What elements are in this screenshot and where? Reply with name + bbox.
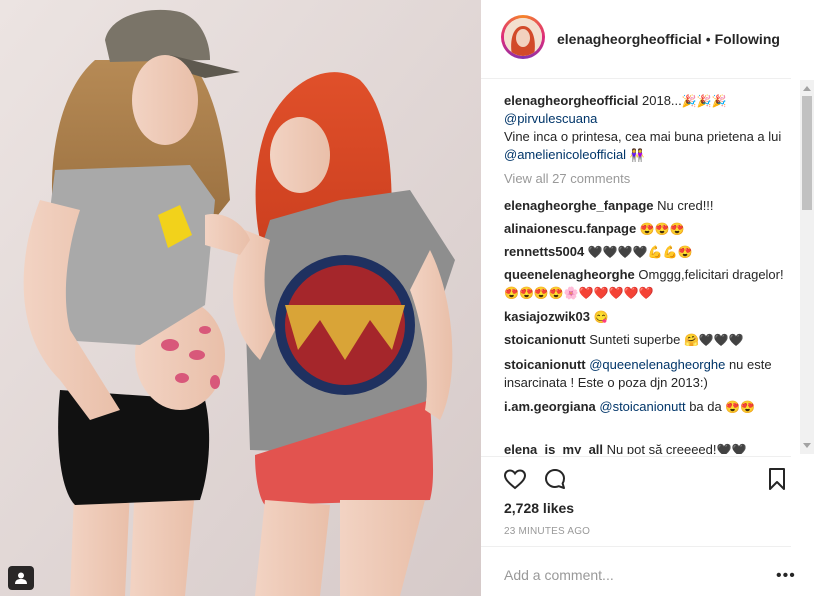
comment-item: stoicanionutt Sunteti superbe 🤗🖤🖤🖤 <box>504 331 789 349</box>
bookmark-icon[interactable] <box>767 467 787 491</box>
scroll-down-arrow-icon[interactable] <box>803 443 811 448</box>
post-photo[interactable] <box>0 0 481 596</box>
caption-emoji-2: 👭 <box>629 148 645 162</box>
likes-count[interactable]: 2,728 likes <box>504 500 574 516</box>
header-username[interactable]: elenagheorgheofficial <box>557 31 702 47</box>
comment-emoji: 😍😍😍 <box>639 222 685 236</box>
comment-text: Sunteti superbe <box>589 332 681 347</box>
comment-item: kasiajozwik03 😋 <box>504 308 789 326</box>
comments-scrollbar[interactable] <box>800 80 814 454</box>
caption-username[interactable]: elenagheorgheofficial <box>504 93 638 108</box>
comment-item: elena_is_my_all Nu pot să creeeed!🖤🖤 <box>504 441 789 454</box>
header-separator: • <box>705 31 711 47</box>
heart-icon[interactable] <box>503 467 527 491</box>
comment-item: stoicanionutt @queenelenagheorghe nu est… <box>504 356 789 392</box>
comment-mention[interactable]: @stoicanionutt <box>599 399 685 414</box>
comment-emoji: 🖤🖤 <box>716 443 747 454</box>
caption-mention-2[interactable]: @amelienicoleofficial <box>504 147 626 162</box>
comment-username[interactable]: i.am.georgiana <box>504 399 596 414</box>
caption-mention-1[interactable]: @pirvulescuana <box>504 111 597 126</box>
caption-text-2: Vine inca o printesa, cea mai buna priet… <box>504 129 782 144</box>
view-all-comments-link[interactable]: View all 27 comments <box>504 171 630 186</box>
caption-emoji-1: 🎉🎉🎉 <box>681 94 727 108</box>
post-header: elenagheorgheofficial • Following <box>481 0 791 79</box>
comment-emoji: 😋 <box>593 310 609 324</box>
comment-username[interactable]: kasiajozwik03 <box>504 309 590 324</box>
comment-text: Nu pot să creeeed! <box>606 442 717 454</box>
comments-list[interactable]: elenagheorgheofficial 2018...🎉🎉🎉 @pirvul… <box>481 80 797 454</box>
post-sidebar: elenagheorgheofficial • Following elenaghe… <box>481 0 814 596</box>
comment-username[interactable]: alinaionescu.fanpage <box>504 221 636 236</box>
photo-illustration <box>0 0 481 596</box>
comment-text: ba da <box>689 399 722 414</box>
comment-username[interactable]: elena_is_my_all <box>504 442 603 454</box>
add-comment-input[interactable]: Add a comment... <box>504 567 614 583</box>
following-button[interactable]: Following <box>715 31 780 47</box>
post-header-text: elenagheorgheofficial • Following <box>557 31 780 47</box>
post-timestamp: 23 MINUTES AGO <box>504 526 591 537</box>
comment-username[interactable]: stoicanionutt <box>504 357 586 372</box>
comment-emoji: 😍😍😍😍🌸❤️❤️❤️❤️❤️ <box>504 286 654 300</box>
more-options-icon[interactable]: ••• <box>776 567 796 585</box>
comment-username[interactable]: elenagheorghe_fanpage <box>504 198 654 213</box>
add-comment-bar: Add a comment... ••• <box>481 546 795 597</box>
comment-item: i.am.georgiana @stoicanionutt ba da 😍😍 <box>504 398 789 416</box>
comment-text: Nu cred!!! <box>657 198 714 213</box>
comment-item: elenagheorghe_fanpage Nu cred!!! <box>504 197 789 215</box>
comment-item: alinaionescu.fanpage 😍😍😍 <box>504 220 789 238</box>
scroll-up-arrow-icon[interactable] <box>803 86 811 91</box>
comment-item: queenelenagheorghe Omggg,felicitari drag… <box>504 266 789 302</box>
comment-mention[interactable]: @queenelenagheorghe <box>589 357 725 372</box>
comment-text: Omggg,felicitari dragelor! <box>638 267 784 282</box>
comment-icon[interactable] <box>543 467 567 491</box>
comment-emoji: 🤗🖤🖤🖤 <box>683 333 744 347</box>
comment-username[interactable]: stoicanionutt <box>504 332 586 347</box>
comment-emoji: 🖤🖤🖤🖤💪💪😍 <box>587 245 693 259</box>
caption: elenagheorgheofficial 2018...🎉🎉🎉 @pirvul… <box>504 92 789 164</box>
tagged-user-icon[interactable] <box>8 566 34 590</box>
comment-username[interactable]: queenelenagheorghe <box>504 267 635 282</box>
comment-item: rennetts5004 🖤🖤🖤🖤💪💪😍 <box>504 243 789 261</box>
caption-text-1: 2018... <box>642 93 682 108</box>
avatar[interactable] <box>501 15 545 59</box>
scrollbar-thumb[interactable] <box>802 96 812 210</box>
comment-emoji: 😍😍 <box>725 400 756 414</box>
comment-username[interactable]: rennetts5004 <box>504 244 584 259</box>
